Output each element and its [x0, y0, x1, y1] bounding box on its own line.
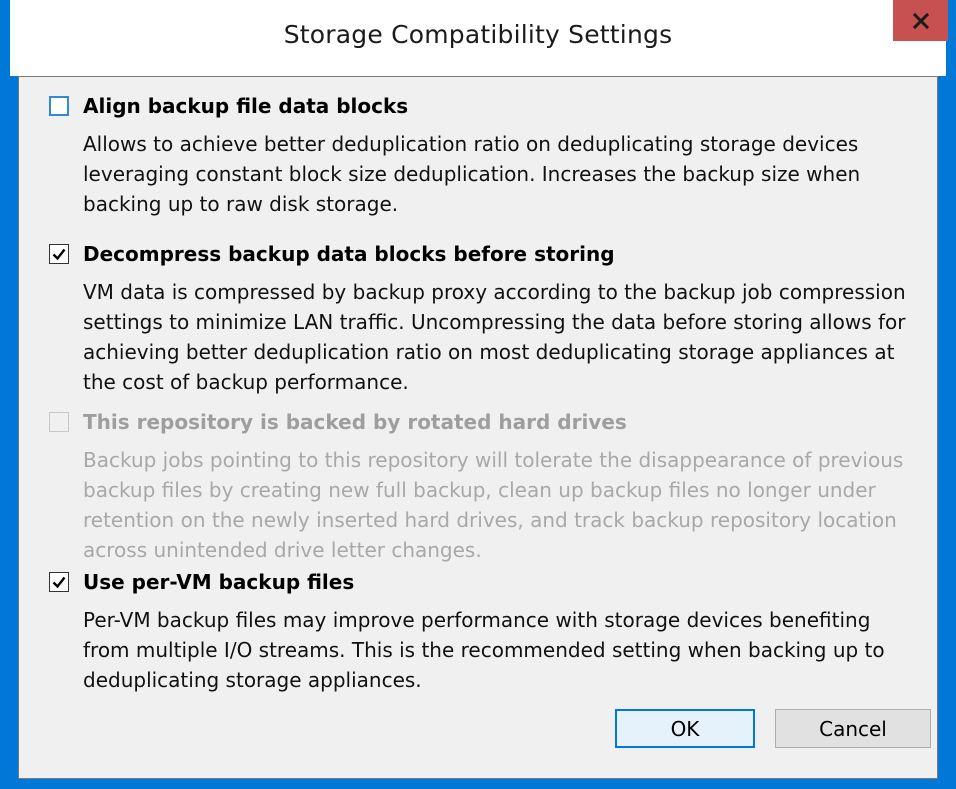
cancel-button[interactable]: Cancel — [775, 709, 931, 748]
dialog-window: Storage Compatibility Settings Align bac… — [0, 0, 956, 789]
decompress-label[interactable]: Decompress backup data blocks before sto… — [83, 242, 615, 266]
option-decompress: Decompress backup data blocks before sto… — [49, 239, 919, 397]
ok-button[interactable]: OK — [615, 709, 755, 748]
per-vm-checkbox[interactable] — [49, 572, 69, 592]
decompress-checkbox[interactable] — [49, 244, 69, 264]
rotated-drives-label: This repository is backed by rotated har… — [83, 410, 627, 434]
dialog-content: Align backup file data blocks Allows to … — [18, 76, 938, 779]
option-per-vm: Use per-VM backup files Per-VM backup fi… — [49, 567, 919, 695]
dialog-title: Storage Compatibility Settings — [283, 20, 673, 49]
checkmark-icon — [52, 248, 66, 261]
align-blocks-description: Allows to achieve better deduplication r… — [83, 132, 861, 216]
close-button[interactable] — [893, 0, 948, 41]
align-blocks-checkbox[interactable] — [49, 96, 69, 116]
align-blocks-label[interactable]: Align backup file data blocks — [83, 94, 408, 118]
option-align-blocks: Align backup file data blocks Allows to … — [49, 91, 919, 219]
option-rotated-drives: This repository is backed by rotated har… — [49, 407, 919, 565]
title-bar[interactable]: Storage Compatibility Settings — [10, 0, 948, 76]
rotated-drives-description: Backup jobs pointing to this repository … — [83, 448, 904, 562]
per-vm-description: Per-VM backup files may improve performa… — [83, 608, 885, 692]
decompress-description: VM data is compressed by backup proxy ac… — [83, 280, 906, 394]
per-vm-label[interactable]: Use per-VM backup files — [83, 570, 354, 594]
checkmark-icon — [52, 576, 66, 589]
close-icon — [912, 12, 929, 29]
rotated-drives-checkbox — [49, 412, 69, 432]
